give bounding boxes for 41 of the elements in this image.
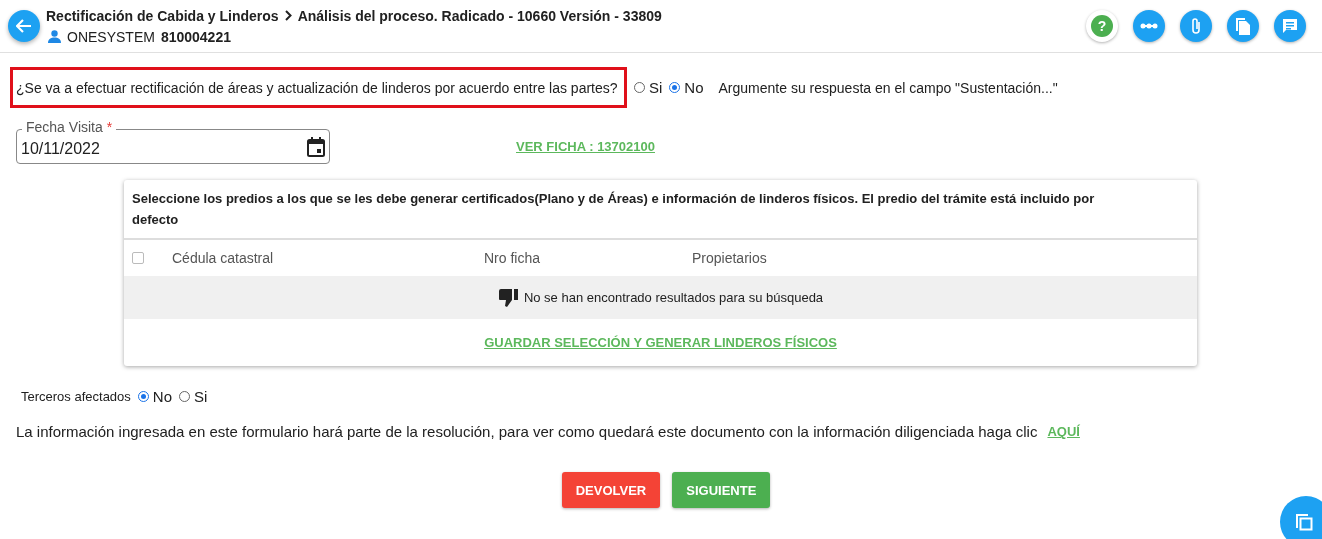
copy-icon [1235, 17, 1251, 35]
ficha-link[interactable]: VER FICHA : 13702100 [516, 139, 655, 154]
column-header: Nro ficha [484, 250, 542, 266]
copy-button[interactable] [1227, 10, 1259, 42]
info-text: La información ingresada en este formulario hará parte de la resolución, para ver como quedará este documento con la información diligenciada haga clic [16, 423, 1038, 440]
arrow-left-icon [16, 19, 32, 33]
radio-label[interactable]: No [152, 388, 173, 405]
next-button[interactable]: SIGUIENTE [672, 472, 771, 508]
user-name: ONESYSTEM [67, 28, 155, 45]
save-selection-link[interactable]: GUARDAR SELECCIÓN Y GENERAR LINDEROS FÍSICOS [484, 335, 837, 350]
paperclip-icon [1191, 17, 1201, 35]
copy-icon [1295, 513, 1313, 531]
user-id: 810004221 [160, 28, 231, 45]
column-header: Propietarios [692, 250, 768, 266]
thumbs-down-icon [497, 287, 520, 308]
dots-icon [1140, 23, 1158, 29]
comments-button[interactable] [1274, 10, 1306, 42]
calendar-icon[interactable] [307, 136, 325, 157]
radio-label[interactable]: Si [649, 79, 663, 96]
here-link[interactable]: AQUÍ [1047, 424, 1080, 439]
radio-label[interactable]: Si [194, 388, 208, 405]
column-header: Cédula catastral [172, 250, 275, 266]
help-icon [1091, 15, 1113, 37]
help-button[interactable]: ? [1086, 10, 1118, 42]
hint-text: Argumente su respuesta en el campo "Sustentación..." [718, 79, 1058, 96]
user-icon [48, 30, 61, 43]
terceros-label: Terceros afectados [21, 389, 131, 404]
empty-message: No se han encontrado resultados para su búsqueda [523, 290, 824, 305]
attach-button[interactable] [1180, 10, 1212, 42]
radio-label[interactable]: No [684, 79, 704, 96]
question-text: ¿Se va a efectuar rectificación de áreas y actualización de linderos por acuerdo entre las partes? [10, 67, 627, 108]
breadcrumb-item: Rectificación de Cabida y Linderos [46, 7, 279, 24]
flow-button[interactable] [1133, 10, 1165, 42]
select-all-checkbox[interactable] [132, 252, 144, 264]
back-button[interactable] [8, 10, 40, 42]
card-title: Seleccione los predios a los que se les debe generar certificados(Plano y de Áreas) e información de linderos físicos. El predio del trámite está incluido por defecto [124, 180, 1197, 240]
return-button[interactable]: DEVOLVER [561, 472, 661, 508]
field-label: Fecha Visita * [22, 119, 117, 135]
chevron-right-icon [284, 10, 292, 21]
comment-icon [1282, 18, 1298, 34]
breadcrumb-item: Análisis del proceso. Radicado - 10660 Versión - 33809 [297, 7, 662, 24]
